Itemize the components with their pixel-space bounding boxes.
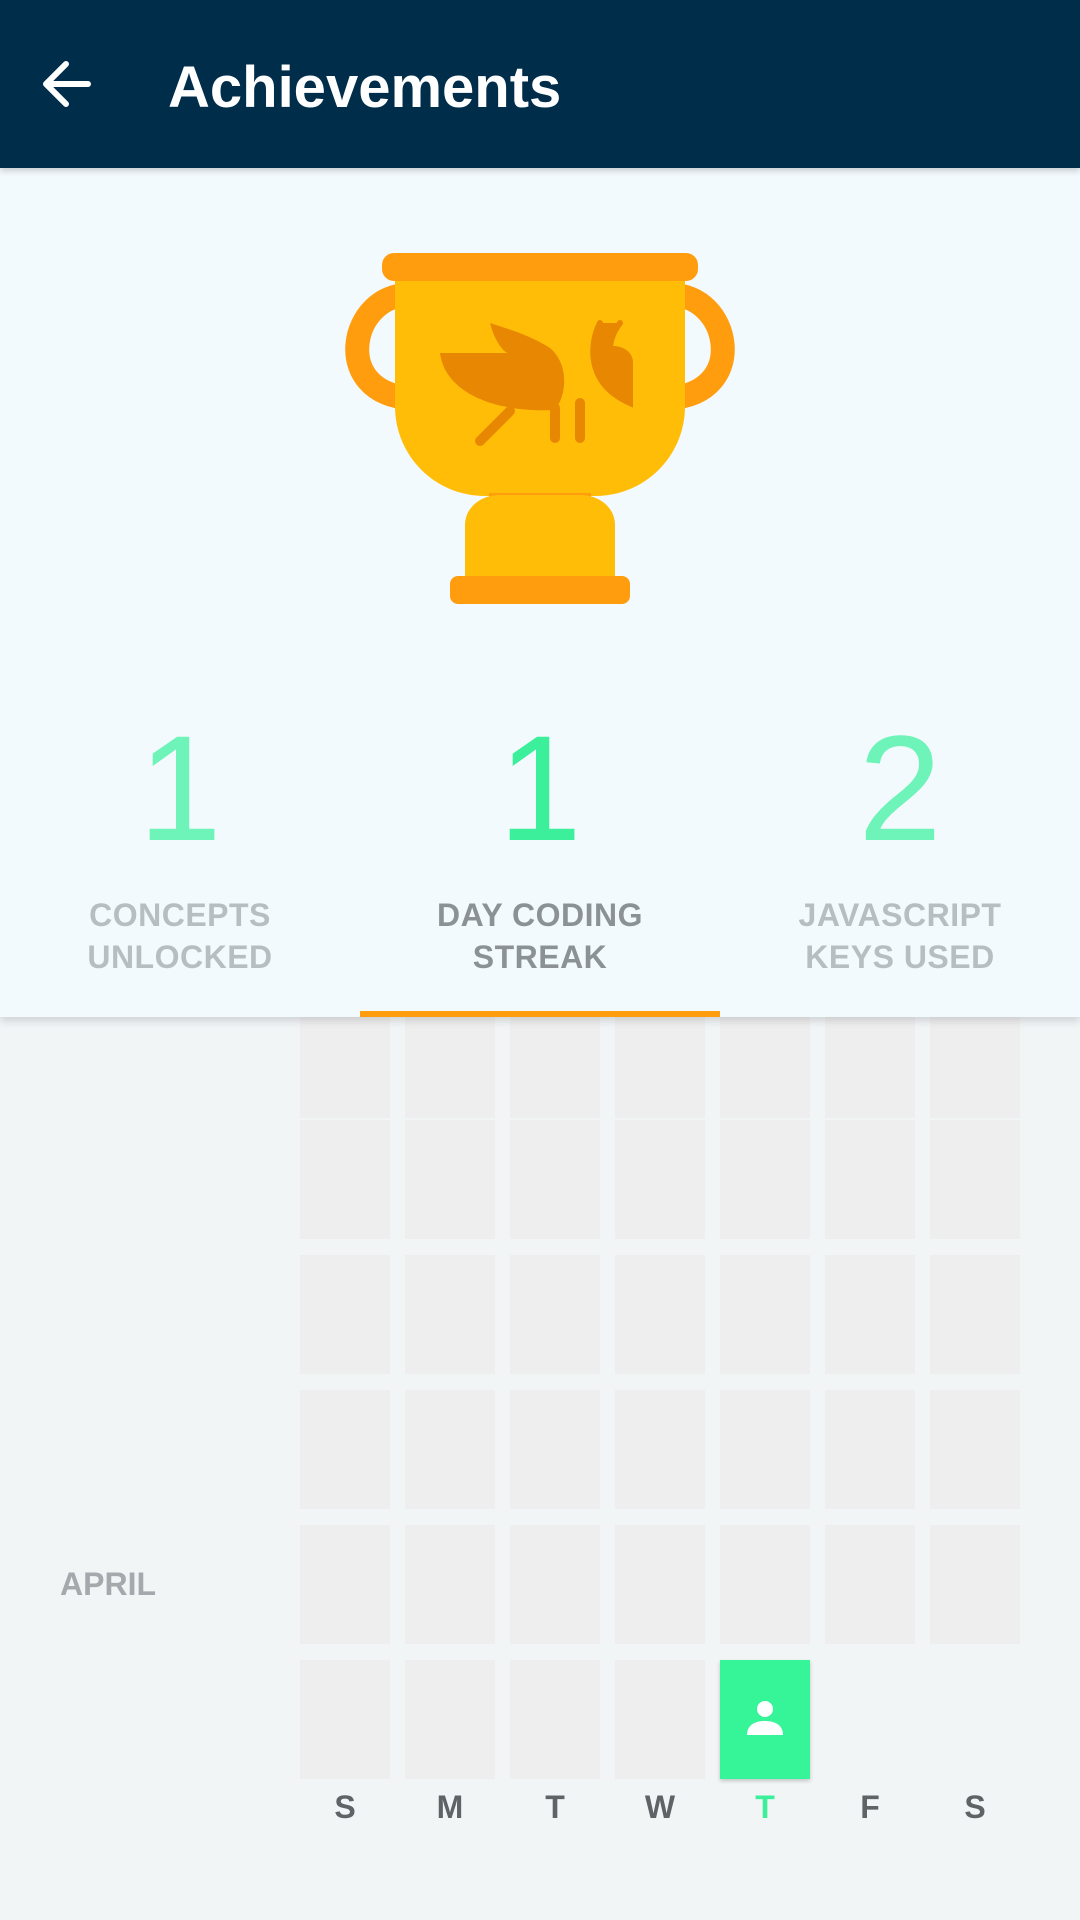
stat-concepts-unlocked[interactable]: 1 CONCEPTS UNLOCKED (0, 704, 360, 1017)
weekday-label: S (964, 1789, 986, 1825)
weekday-label: T (755, 1789, 775, 1825)
weekday-label: T (545, 1789, 565, 1825)
back-button[interactable] (26, 44, 110, 128)
weekday-label: S (334, 1789, 356, 1825)
calendar-day-cell (720, 1255, 810, 1374)
stats-tabs: 1 CONCEPTS UNLOCKED 1 DAY CODING STREAK 2 … (0, 704, 1080, 1017)
calendar-day-cell (510, 1255, 600, 1374)
stat-javascript-keys-used[interactable]: 2 JAVASCRIPT KEYS USED (720, 704, 1080, 1017)
calendar-day-cell (825, 1525, 915, 1644)
weekday-label: F (860, 1789, 880, 1825)
calendar-day-cell (510, 1660, 600, 1779)
calendar-day-cell (825, 1390, 915, 1509)
calendar-day-cell (615, 1120, 705, 1239)
calendar-day-cell (405, 1390, 495, 1509)
weekday-label: M (436, 1789, 464, 1825)
calendar-day-cell (615, 1390, 705, 1509)
app-bar: Achievements (0, 0, 1080, 168)
active-tab-indicator (360, 1011, 720, 1017)
calendar-day-cell (300, 1120, 390, 1239)
calendar-day-cell (510, 1390, 600, 1509)
calendar-day-cell (825, 1255, 915, 1374)
calendar-day-cell (720, 1120, 810, 1239)
calendar-day-cell (510, 1120, 600, 1239)
calendar-day-cell (300, 1660, 390, 1779)
calendar-day-cell (300, 1255, 390, 1374)
stat-value: 1 (138, 704, 222, 872)
calendar-day-cell (930, 1120, 1020, 1239)
weekday-label: W (644, 1789, 676, 1825)
calendar-day-cell (930, 1525, 1020, 1644)
stat-label: JAVASCRIPT KEYS USED (798, 897, 1002, 975)
calendar-day-cell (615, 1255, 705, 1374)
calendar-day-cell (405, 1525, 495, 1644)
streak-calendar: APRIL S M T W T F S (0, 999, 1080, 1920)
achievements-summary: 1 CONCEPTS UNLOCKED 1 DAY CODING STREAK 2 … (0, 168, 1080, 1017)
calendar-today-cell[interactable] (720, 1660, 810, 1779)
calendar-day-cell (930, 1255, 1020, 1374)
calendar-day-cell (300, 1390, 390, 1509)
calendar-day-cell (615, 1660, 705, 1779)
arrow-back-icon (43, 61, 91, 107)
page-title: Achievements (168, 55, 562, 120)
calendar-day-cell (720, 1390, 810, 1509)
calendar-day-cell (405, 1120, 495, 1239)
trophy-icon (345, 253, 735, 604)
calendar-day-cell (825, 1120, 915, 1239)
calendar-day-cell (300, 1525, 390, 1644)
calendar-day-cell (930, 1390, 1020, 1509)
stat-label: CONCEPTS UNLOCKED (87, 897, 273, 975)
stat-value: 1 (498, 704, 582, 872)
calendar-day-cell (615, 1525, 705, 1644)
calendar-day-cell (720, 1525, 810, 1644)
stat-day-coding-streak[interactable]: 1 DAY CODING STREAK (360, 704, 720, 1017)
month-label: APRIL (60, 1566, 156, 1602)
person-icon (747, 1701, 783, 1735)
calendar-day-cell (510, 1525, 600, 1644)
stat-value: 2 (858, 704, 942, 872)
calendar-day-cell (405, 1255, 495, 1374)
stat-label: DAY CODING STREAK (437, 897, 643, 975)
calendar-day-cell (405, 1660, 495, 1779)
